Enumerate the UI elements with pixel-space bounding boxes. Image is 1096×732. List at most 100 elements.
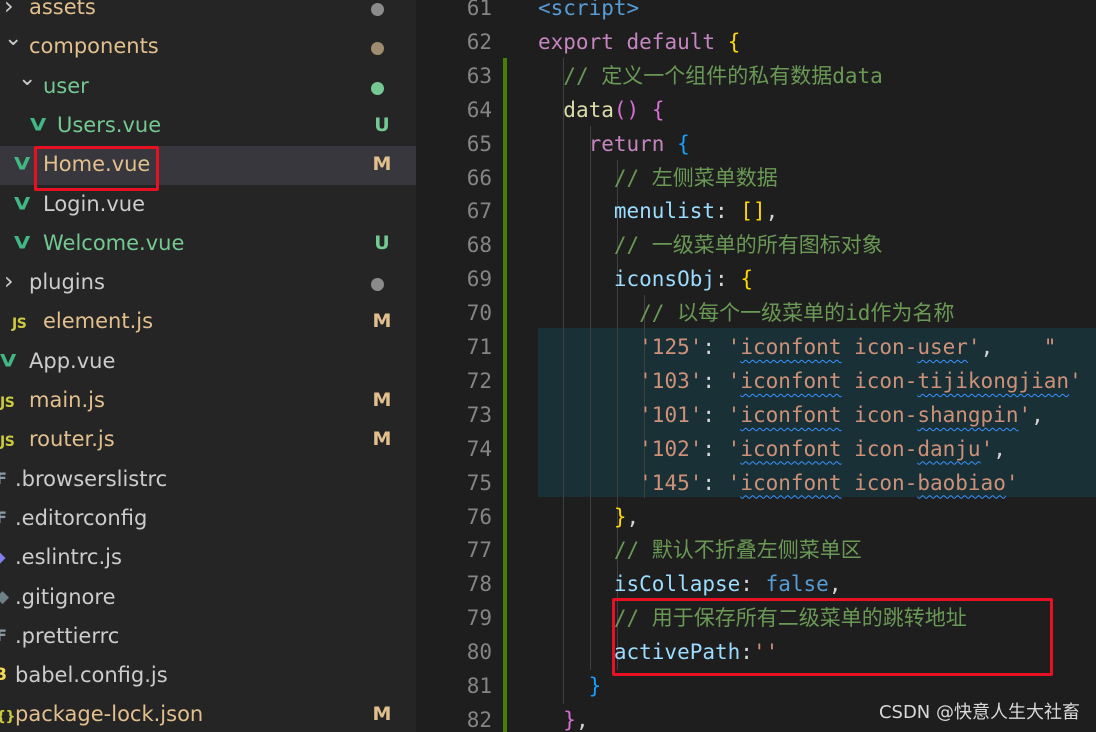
code-line[interactable]: isCollapse: false, — [538, 570, 842, 598]
code-line[interactable]: export default { — [538, 28, 740, 56]
file-row[interactable]: ◆ .gitignore — [0, 579, 416, 618]
code-line[interactable]: }, — [538, 503, 639, 531]
code-line[interactable]: '103': 'iconfont icon-tijikongjian' — [538, 367, 1082, 395]
code-token: '101' — [639, 402, 703, 427]
code-line[interactable]: // 以每个一级菜单的id作为名称 — [538, 299, 954, 327]
code-token: , — [828, 572, 842, 597]
code-token: , — [575, 707, 589, 732]
file-row[interactable]: JS main.js M — [0, 382, 416, 421]
file-row[interactable]: V Users.vue U — [0, 107, 416, 146]
code-line[interactable]: '102': 'iconfont icon-danju', — [538, 435, 1006, 463]
code-token: ' — [1005, 470, 1019, 495]
code-token: '103' — [639, 368, 703, 393]
chevron-right-icon[interactable]: › — [4, 269, 22, 293]
code-line[interactable]: '101': 'iconfont icon-shangpin', — [538, 401, 1044, 429]
code-token: " — [1043, 335, 1057, 359]
code-line[interactable]: } — [538, 672, 602, 700]
code-token: icon- — [841, 368, 918, 393]
git-file-icon: ◆ — [0, 586, 10, 607]
code-line[interactable]: menulist: [], — [538, 197, 778, 225]
code-line[interactable]: <script> — [538, 0, 639, 22]
vue-file-icon: V — [0, 351, 17, 371]
config-file-icon: F — [0, 507, 7, 527]
code-token: // 左侧菜单数据 — [613, 165, 778, 190]
git-status-dot — [371, 81, 384, 95]
chevron-down-icon[interactable]: ⌄ — [18, 67, 36, 90]
line-number: 76 — [466, 504, 492, 529]
file-row[interactable]: JS element.js M — [0, 303, 416, 342]
code-token: icon- — [841, 436, 918, 461]
watermark: CSDN @快意人生大社畜 — [878, 702, 1080, 723]
file-row[interactable]: F .prettierrc — [0, 618, 416, 657]
file-row[interactable]: F .browserslistrc — [0, 461, 416, 500]
folder-row[interactable]: › plugins — [0, 264, 416, 303]
tree-item-label: package-lock.json — [15, 702, 204, 727]
code-token: ' — [967, 335, 981, 359]
tree-item-label: element.js — [43, 309, 154, 334]
line-number: 81 — [466, 674, 492, 698]
code-token: <script> — [538, 0, 640, 20]
code-line[interactable]: // 定义一个组件的私有数据data — [538, 62, 883, 90]
line-number: 68 — [466, 233, 492, 258]
javascript-file-icon: JS — [0, 395, 15, 411]
line-number: 77 — [466, 538, 492, 563]
tree-item-label: babel.config.js — [15, 663, 168, 688]
code-token: { — [727, 29, 741, 54]
code-line[interactable]: iconsObj: { — [538, 265, 753, 293]
code-token: ' — [727, 335, 741, 359]
line-number: 71 — [466, 335, 492, 359]
code-token: shangpin — [917, 402, 1019, 427]
code-token: } — [563, 707, 576, 732]
folder-row[interactable]: › assets — [0, 0, 416, 28]
tree-item-label: router.js — [29, 427, 115, 452]
code-line[interactable]: // 默认不折叠左侧菜单区 — [538, 536, 862, 564]
babel-file-icon: B — [0, 665, 7, 686]
code-line[interactable]: }, — [538, 706, 589, 732]
tree-item-label: App.vue — [29, 348, 116, 373]
file-row[interactable]: V App.vue — [0, 343, 416, 382]
code-editor[interactable]: 61 62 63 64 65 66 67 68 69 70 71 72 73 74 75 76 77 78 79 80… — [416, 0, 1096, 732]
code-token: , — [1031, 402, 1044, 427]
code-line[interactable]: // 左侧菜单数据 — [538, 164, 778, 192]
code-line[interactable]: data() { — [538, 96, 664, 124]
file-row[interactable]: V Welcome.vue U — [0, 225, 416, 264]
code-line[interactable]: return { — [538, 130, 690, 158]
code-token: [] — [740, 199, 766, 224]
code-line[interactable]: // 一级菜单的所有图标对象 — [538, 231, 883, 259]
tree-item-label: .gitignore — [15, 584, 116, 609]
code-token: , — [765, 199, 779, 224]
vue-file-icon: V — [14, 193, 31, 214]
file-row[interactable]: {}package-lock.json M — [0, 696, 416, 732]
code-token: ' — [1018, 402, 1032, 427]
file-row[interactable]: F .editorconfig — [0, 500, 416, 539]
git-status-dot — [371, 3, 384, 16]
file-row[interactable]: JS router.js M — [0, 421, 416, 460]
line-number: 61 — [466, 0, 492, 20]
code-token: , — [993, 436, 1006, 461]
chevron-right-icon[interactable]: › — [4, 0, 22, 18]
line-number: 72 — [466, 368, 492, 393]
file-row[interactable]: V Login.vue — [0, 186, 416, 225]
file-row[interactable]: Bbabel.config.js — [0, 657, 416, 696]
annotation-box-home-vue — [34, 146, 159, 191]
folder-row[interactable]: ⌄ user — [0, 67, 416, 107]
folder-row[interactable]: ⌄ components — [0, 28, 416, 67]
config-file-icon: F — [0, 468, 7, 488]
chevron-down-icon[interactable]: ⌄ — [4, 28, 22, 50]
code-token: menulist — [613, 199, 716, 224]
line-number: 73 — [466, 402, 492, 427]
code-line[interactable]: '125': 'iconfont icon-user', " — [538, 333, 1056, 361]
code-token: { — [677, 131, 690, 156]
code-line[interactable]: '145': 'iconfont icon-baobiao' — [538, 469, 1019, 497]
file-row[interactable]: ◆ .eslintrc.js — [0, 539, 416, 578]
